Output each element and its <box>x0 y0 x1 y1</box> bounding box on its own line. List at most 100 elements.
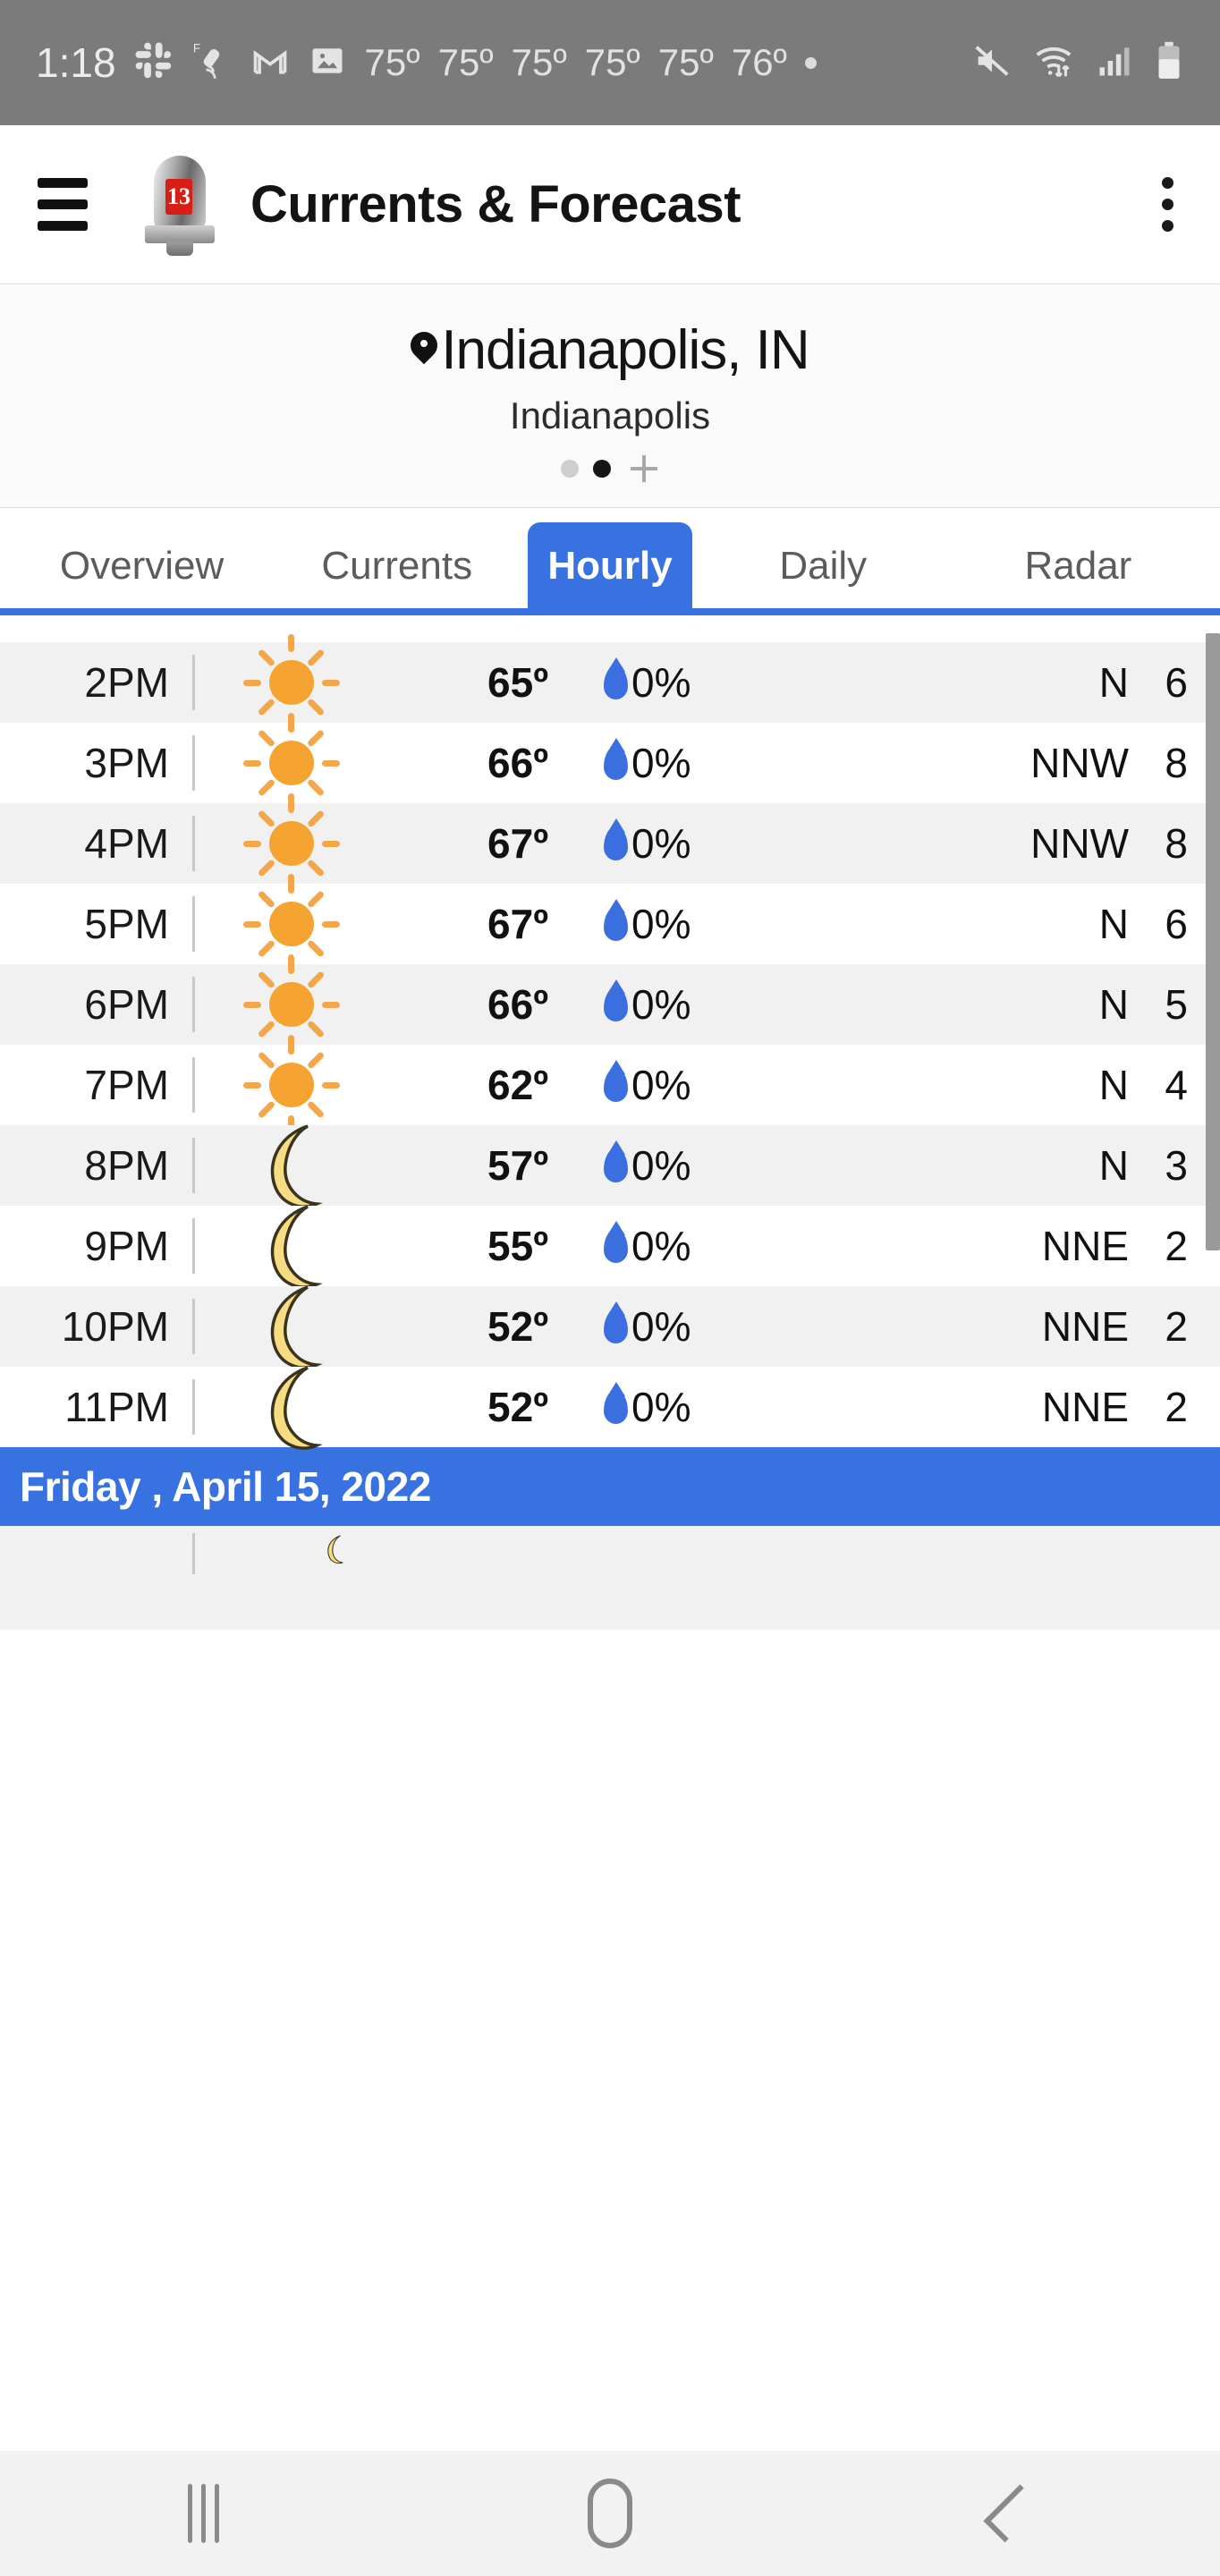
status-temp-4: 75º <box>657 41 714 83</box>
table-row[interactable]: 6PM 66º 0% N 5 <box>0 956 1220 1053</box>
tab-radar[interactable]: Radar <box>951 522 1206 608</box>
row-temperature: 57º <box>487 1142 548 1189</box>
mute-icon <box>971 40 1012 86</box>
more-vertical-icon[interactable] <box>1153 168 1182 241</box>
page-dot-0[interactable] <box>561 460 579 478</box>
row-temperature: 66º <box>487 740 548 786</box>
location-card[interactable]: Indianapolis, IN Indianapolis <box>0 284 1220 508</box>
status-bar-right <box>971 40 1184 86</box>
row-time: 6PM <box>84 981 169 1028</box>
row-precipitation: 0% <box>548 1383 758 1431</box>
table-row[interactable]: 2PM 65º 0% N 6 <box>0 634 1220 731</box>
row-time: 11PM <box>64 1384 169 1430</box>
raindrop-icon <box>604 907 628 941</box>
page-dot-1[interactable] <box>593 460 611 478</box>
table-row[interactable]: 4PM 67º 0% NNW 8 <box>0 795 1220 892</box>
row-wind-speed: 4 <box>1165 1062 1188 1108</box>
list-top-spacer <box>0 615 1220 642</box>
home-button[interactable] <box>407 2479 814 2548</box>
row-wind-direction: N <box>1098 659 1129 706</box>
status-clock: 1:18 <box>36 39 116 86</box>
tab-overview[interactable]: Overview <box>14 522 269 608</box>
row-precipitation: 0% <box>548 1061 758 1109</box>
row-wind: NNE 2 <box>758 1302 1220 1351</box>
row-precipitation: 0% <box>548 1222 758 1270</box>
status-temp-3: 75º <box>584 41 640 83</box>
row-wind: NNE 2 <box>758 1222 1220 1270</box>
row-wind-speed: 6 <box>1165 901 1188 947</box>
row-temperature: 67º <box>487 901 548 947</box>
row-wind-speed: 3 <box>1165 1142 1188 1189</box>
hourly-list[interactable]: 2PM 65º 0% N 6 3PM 66º 0% NNW 8 4PM 67º … <box>0 615 1220 1630</box>
table-row[interactable]: 3PM 66º 0% NNW 8 <box>0 715 1220 811</box>
home-icon <box>588 2479 632 2548</box>
date-banner: Friday , April 15, 2022 <box>0 1447 1220 1526</box>
table-row[interactable]: 9PM 55º 0% NNE 2 <box>0 1205 1220 1289</box>
tab-bar: Overview Currents Hourly Daily Radar <box>0 508 1220 615</box>
row-precipitation: 0% <box>548 1141 758 1190</box>
status-bar-left: 1:18 F 75º 75º 75º 75º 75º 76º <box>36 38 971 87</box>
vertical-scrollbar[interactable] <box>1206 633 1220 1250</box>
row-time: 10PM <box>61 1303 169 1350</box>
row-wind-speed: 2 <box>1165 1303 1188 1350</box>
location-title-row: Indianapolis, IN <box>0 318 1220 382</box>
hamburger-icon[interactable] <box>38 178 88 231</box>
weather-icon <box>195 1357 387 1457</box>
row-pop-value: 0% <box>631 1384 691 1430</box>
row-pop-value: 0% <box>631 1303 691 1350</box>
back-icon <box>983 2484 1042 2543</box>
row-wind-direction: NNE <box>1041 1303 1129 1350</box>
row-wind-speed: 8 <box>1165 820 1188 867</box>
table-row[interactable]: 5PM 67º 0% N 6 <box>0 876 1220 972</box>
row-time: 5PM <box>84 901 169 947</box>
svg-text:F: F <box>192 41 199 55</box>
row-wind-direction: N <box>1098 981 1129 1028</box>
row-wind-direction: NNE <box>1041 1223 1129 1269</box>
row-wind-direction: N <box>1098 901 1129 947</box>
row-wind: N 3 <box>758 1141 1220 1190</box>
row-divider <box>192 1533 195 1574</box>
raindrop-icon <box>604 826 628 860</box>
row-wind: NNW 8 <box>758 819 1220 868</box>
table-row[interactable]: 8PM 57º 0% N 3 <box>0 1124 1220 1208</box>
slack-icon <box>134 41 174 85</box>
row-temperature: 65º <box>487 659 548 706</box>
raindrop-icon <box>604 1148 628 1182</box>
next-row-partial[interactable] <box>0 1526 1220 1630</box>
row-wind: N 6 <box>758 900 1220 948</box>
location-pin-icon <box>411 332 437 369</box>
android-nav-bar <box>0 2451 1220 2576</box>
table-row[interactable]: 10PM 52º 0% NNE 2 <box>0 1285 1220 1369</box>
moon-icon <box>241 1357 342 1457</box>
back-button[interactable] <box>813 2484 1220 2543</box>
row-wind: N 6 <box>758 658 1220 707</box>
location-title: Indianapolis, IN <box>441 319 809 381</box>
tab-currents[interactable]: Currents <box>269 522 524 608</box>
status-temp-0: 75º <box>364 41 420 83</box>
row-pop-value: 0% <box>631 1062 691 1108</box>
table-row[interactable]: 7PM 62º 0% N 4 <box>0 1037 1220 1133</box>
status-temp-2: 75º <box>511 41 567 83</box>
status-dot-icon <box>804 56 817 69</box>
row-wind-speed: 5 <box>1165 981 1188 1028</box>
table-row[interactable]: 11PM 52º 0% NNE 2 <box>0 1366 1220 1450</box>
tab-hourly[interactable]: Hourly <box>528 522 692 608</box>
add-location-button[interactable] <box>629 453 659 484</box>
recents-button[interactable] <box>0 2484 407 2543</box>
photo-icon <box>308 41 347 85</box>
raindrop-icon <box>604 1309 628 1343</box>
row-time: 8PM <box>84 1142 169 1189</box>
row-wind-speed: 8 <box>1165 740 1188 786</box>
raindrop-icon <box>604 987 628 1021</box>
row-time: 2PM <box>84 659 169 706</box>
row-wind-direction: N <box>1098 1142 1129 1189</box>
tab-daily[interactable]: Daily <box>696 522 951 608</box>
page-title: Currents & Forecast <box>250 175 741 233</box>
row-temperature: 62º <box>487 1062 548 1108</box>
row-precipitation: 0% <box>548 658 758 707</box>
row-pop-value: 0% <box>631 901 691 947</box>
row-pop-value: 0% <box>631 1142 691 1189</box>
battery-icon <box>1154 40 1184 86</box>
raindrop-icon <box>604 665 628 699</box>
row-temperature: 55º <box>487 1223 548 1269</box>
